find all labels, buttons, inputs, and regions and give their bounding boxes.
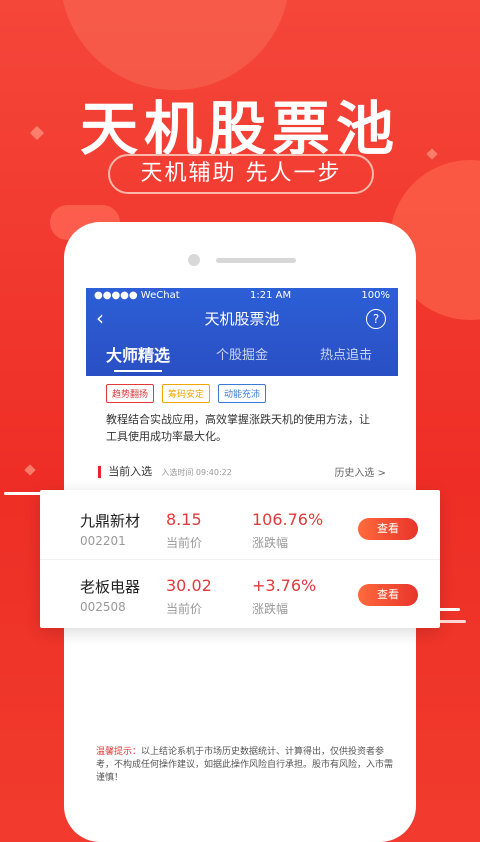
row-divider [40, 559, 440, 560]
question-icon[interactable]: ? [366, 309, 386, 329]
stock-change: 106.76% [252, 510, 324, 529]
view-button[interactable]: 查看 [358, 518, 418, 540]
stock-name: 九鼎新材 [80, 512, 141, 530]
description-text: 教程结合实战应用，高效掌握涨跌天机的使用方法，让工具使用成功率最大化。 [106, 413, 370, 443]
section-header: 当前入选 入选时间 09:40:22 历史入选 > [98, 463, 386, 479]
decor-circle [60, 0, 290, 90]
nav-bar: ‹ 天机股票池 ? [86, 306, 398, 334]
section-marker [98, 466, 101, 478]
history-link[interactable]: 历史入选 > [334, 464, 386, 479]
speaker-grille [216, 258, 296, 263]
selection-time: 入选时间 09:40:22 [161, 468, 232, 477]
stock-card: 九鼎新材 002201 8.15 当前价 106.76% 涨跌幅 查看 老板电器… [40, 490, 440, 628]
decor-diamond [24, 464, 36, 476]
change-label: 涨跌幅 [252, 602, 289, 616]
stock-row[interactable]: 老板电器 002508 30.02 当前价 +3.76% 涨跌幅 查看 [40, 562, 440, 622]
tag-chips: 筹码安定 [162, 384, 211, 403]
carrier-label: ●●●●● WeChat [94, 289, 180, 301]
view-button[interactable]: 查看 [358, 584, 418, 606]
page-title: 天机股票池 [204, 310, 280, 328]
status-bar: ●●●●● WeChat 1:21 AM 100% [86, 288, 398, 302]
app-header: ●●●●● WeChat 1:21 AM 100% ‹ 天机股票池 ? 大师精选… [86, 288, 398, 376]
notice-text: 以上结论系机于市场历史数据统计、计算得出，仅供投资者参考，不构成任何操作建议，如… [96, 747, 394, 783]
clock-label: 1:21 AM [249, 289, 292, 301]
tab-hot-topics[interactable]: 热点追击 [294, 340, 398, 376]
camera-icon [188, 254, 200, 266]
stock-code: 002508 [80, 600, 126, 614]
stock-price: 30.02 [166, 576, 212, 595]
tab-stock-mining[interactable]: 个股掘金 [190, 340, 294, 376]
stock-name: 老板电器 [80, 578, 141, 596]
decor-streak [4, 492, 60, 495]
decor-streak [404, 608, 460, 611]
change-label: 涨跌幅 [252, 536, 289, 550]
decor-streak [420, 620, 466, 623]
stock-code: 002201 [80, 534, 126, 548]
notice-prefix: 温馨提示： [96, 747, 142, 757]
tab-bar: 大师精选 个股掘金 热点追击 [86, 340, 398, 376]
risk-notice: 温馨提示：以上结论系机于市场历史数据统计、计算得出，仅供投资者参考，不构成任何操… [96, 746, 396, 785]
tag-momentum: 动能充沛 [218, 384, 267, 403]
tab-master-picks[interactable]: 大师精选 [86, 340, 190, 376]
hero-slogan: 天机辅助 先人一步 [108, 154, 374, 194]
stock-price: 8.15 [166, 510, 202, 529]
section-label: 当前入选 [108, 465, 153, 478]
stock-row[interactable]: 九鼎新材 002201 8.15 当前价 106.76% 涨跌幅 查看 [40, 496, 440, 556]
tag-trend: 趋势翻扬 [106, 384, 155, 403]
stock-change: +3.76% [252, 576, 317, 595]
battery-label: 100% [361, 289, 390, 301]
tag-list: 趋势翻扬 筹码安定 动能充沛 [86, 376, 398, 403]
price-label: 当前价 [166, 536, 203, 550]
price-label: 当前价 [166, 602, 203, 616]
